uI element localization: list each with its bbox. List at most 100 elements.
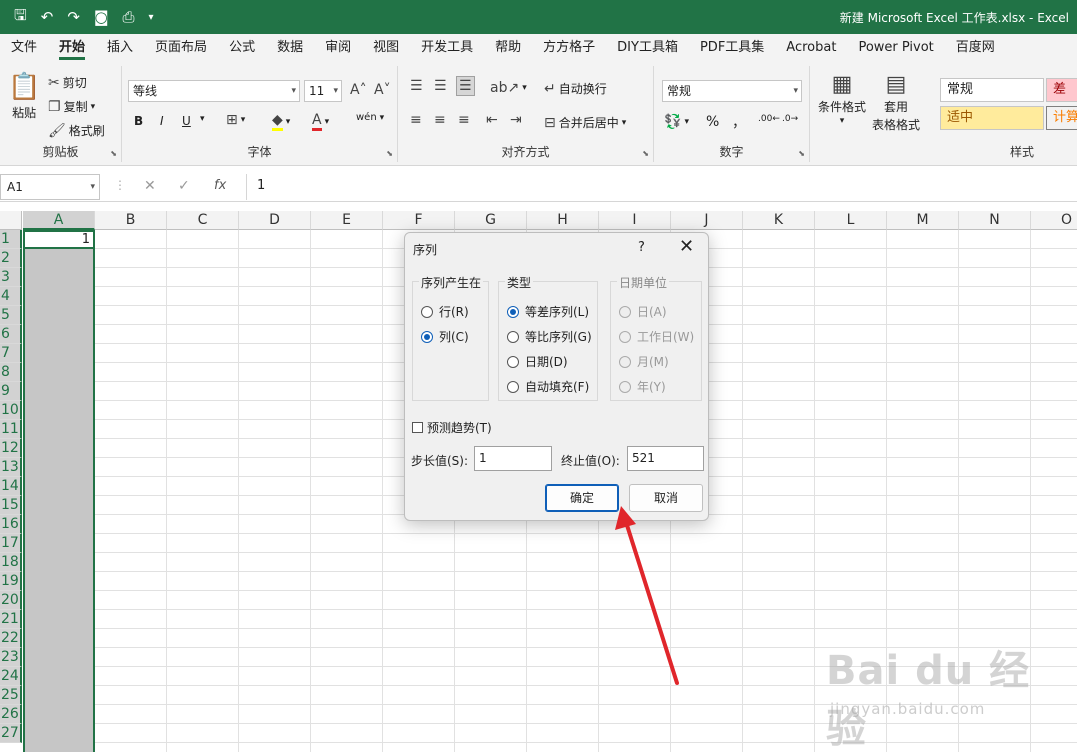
dialog-launcher-icon[interactable]: ⬊ — [110, 149, 117, 158]
camera-icon[interactable]: ◙ — [94, 8, 109, 26]
enter-icon[interactable]: ✓ — [178, 178, 190, 194]
stop-value-input[interactable]: 521 — [627, 446, 704, 471]
bold-button[interactable]: B — [134, 114, 143, 128]
column-header-o[interactable]: O — [1031, 211, 1077, 230]
row-header-11[interactable]: 11 — [0, 420, 22, 439]
tab-15[interactable]: 百度网 — [945, 34, 1006, 62]
close-icon[interactable]: ✕ — [679, 236, 694, 257]
tab-4[interactable]: 公式 — [218, 34, 266, 62]
align-right-button[interactable]: ≡ — [458, 112, 470, 128]
decrease-font-button[interactable]: A˅ — [374, 82, 391, 98]
ok-button[interactable]: 确定 — [545, 484, 619, 512]
column-header-a[interactable]: A — [23, 211, 95, 230]
column-header-d[interactable]: D — [239, 211, 311, 230]
dialog-launcher-icon[interactable]: ⬊ — [386, 149, 393, 158]
row-header-10[interactable]: 10 — [0, 401, 22, 420]
fill-color-button[interactable]: ◆ ▾ — [272, 112, 290, 131]
column-header-m[interactable]: M — [887, 211, 959, 230]
trend-checkbox[interactable]: 预测趋势(T) — [412, 419, 492, 436]
font-size-select[interactable]: 11 ▾ — [304, 80, 342, 102]
italic-button[interactable]: I — [160, 114, 164, 128]
step-value-input[interactable]: 1 — [474, 446, 552, 471]
font-name-select[interactable]: 等线 ▾ — [128, 80, 300, 102]
tab-1[interactable]: 开始 — [48, 34, 96, 62]
tab-0[interactable]: 文件 — [0, 34, 48, 62]
growth-radio[interactable]: 等比序列(G) — [507, 328, 592, 345]
borders-button[interactable]: ⊞ ▾ — [226, 112, 245, 128]
name-box[interactable]: A1 ▾ — [0, 174, 100, 200]
paste-button[interactable]: 📋 粘贴 — [8, 72, 40, 121]
column-header-g[interactable]: G — [455, 211, 527, 230]
increase-decimal-button[interactable]: .00← — [758, 114, 780, 124]
row-header-16[interactable]: 16 — [0, 515, 22, 534]
tab-12[interactable]: PDF工具集 — [689, 34, 775, 62]
row-header-3[interactable]: 3 — [0, 268, 22, 287]
customize-icon[interactable]: ▾ — [149, 12, 154, 23]
date-radio[interactable]: 日期(D) — [507, 353, 568, 370]
selected-column-a[interactable] — [23, 230, 95, 752]
column-header-l[interactable]: L — [815, 211, 887, 230]
select-all-corner[interactable] — [0, 211, 22, 230]
conditional-format-button[interactable]: ▦ 条件格式 ▾ — [818, 72, 866, 126]
wrap-text-button[interactable]: ↵ 自动换行 — [544, 80, 607, 97]
dialog-launcher-icon[interactable]: ⬊ — [642, 149, 649, 158]
style-calculation[interactable]: 计算 — [1046, 106, 1077, 130]
underline-dropdown[interactable]: ▾ — [200, 114, 205, 124]
row-header-4[interactable]: 4 — [0, 287, 22, 306]
row-header-18[interactable]: 18 — [0, 553, 22, 572]
row-header-12[interactable]: 12 — [0, 439, 22, 458]
bottom-align-button[interactable]: ☰ — [456, 76, 475, 96]
insert-function-button[interactable]: fx — [214, 178, 226, 193]
linear-radio[interactable]: 等差序列(L) — [507, 303, 589, 320]
cancel-icon[interactable]: ✕ — [144, 178, 156, 194]
orientation-button[interactable]: ab↗ ▾ — [490, 80, 527, 96]
rows-radio[interactable]: 行(R) — [421, 303, 469, 320]
row-header-26[interactable]: 26 — [0, 705, 22, 724]
decrease-indent-button[interactable]: ⇤ — [486, 112, 498, 128]
column-header-i[interactable]: I — [599, 211, 671, 230]
columns-radio[interactable]: 列(C) — [421, 328, 469, 345]
tab-3[interactable]: 页面布局 — [144, 34, 218, 62]
row-header-1[interactable]: 1 — [0, 230, 22, 249]
style-bad[interactable]: 差 — [1046, 78, 1077, 102]
cut-button[interactable]: ✂ 剪切 — [48, 74, 87, 91]
row-header-9[interactable]: 9 — [0, 382, 22, 401]
font-color-button[interactable]: A ▾ — [312, 112, 329, 131]
increase-indent-button[interactable]: ⇥ — [510, 112, 522, 128]
row-header-2[interactable]: 2 — [0, 249, 22, 268]
decrease-decimal-button[interactable]: .0→ — [782, 114, 798, 124]
undo-icon[interactable]: ↶ — [41, 8, 54, 26]
tab-8[interactable]: 开发工具 — [410, 34, 484, 62]
column-header-k[interactable]: K — [743, 211, 815, 230]
copy-button[interactable]: ❐ 复制 ▾ — [48, 98, 95, 115]
top-align-button[interactable]: ☰ — [410, 78, 423, 94]
row-header-21[interactable]: 21 — [0, 610, 22, 629]
row-header-15[interactable]: 15 — [0, 496, 22, 515]
tab-13[interactable]: Acrobat — [775, 34, 847, 62]
autofill-radio[interactable]: 自动填充(F) — [507, 378, 589, 395]
underline-button[interactable]: U — [182, 114, 191, 128]
column-header-h[interactable]: H — [527, 211, 599, 230]
tab-7[interactable]: 视图 — [362, 34, 410, 62]
dialog-launcher-icon[interactable]: ⬊ — [798, 149, 805, 158]
help-icon[interactable]: ? — [638, 240, 645, 255]
middle-align-button[interactable]: ☰ — [434, 78, 447, 94]
row-header-6[interactable]: 6 — [0, 325, 22, 344]
tab-5[interactable]: 数据 — [266, 34, 314, 62]
tab-6[interactable]: 审阅 — [314, 34, 362, 62]
row-header-24[interactable]: 24 — [0, 667, 22, 686]
column-header-e[interactable]: E — [311, 211, 383, 230]
row-header-5[interactable]: 5 — [0, 306, 22, 325]
tab-14[interactable]: Power Pivot — [847, 34, 944, 62]
format-painter-button[interactable]: 🖌 格式刷 — [48, 122, 105, 139]
column-header-c[interactable]: C — [167, 211, 239, 230]
number-format-select[interactable]: 常规 ▾ — [662, 80, 802, 102]
redo-icon[interactable]: ↷ — [67, 8, 80, 26]
row-header-27[interactable]: 27 — [0, 724, 22, 743]
row-header-13[interactable]: 13 — [0, 458, 22, 477]
row-header-7[interactable]: 7 — [0, 344, 22, 363]
tab-10[interactable]: 方方格子 — [532, 34, 606, 62]
formula-input[interactable]: 1 — [246, 174, 1077, 200]
column-header-n[interactable]: N — [959, 211, 1031, 230]
save-icon[interactable]: 🖫 — [14, 5, 27, 30]
